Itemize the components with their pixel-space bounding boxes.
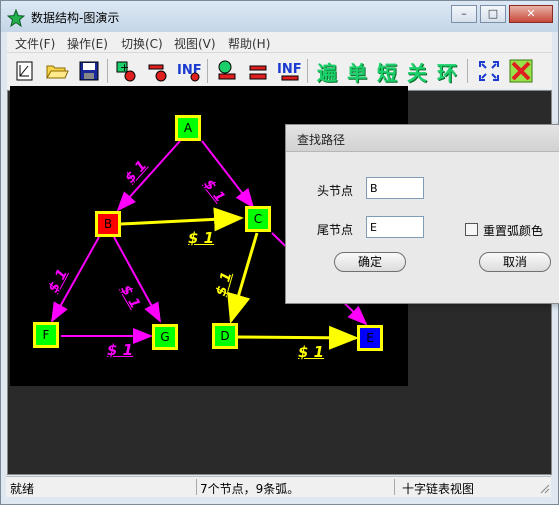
graph-node-a[interactable]: A <box>175 115 201 141</box>
toolbar: + INF INF 遍 单 短 关 环 <box>7 53 552 89</box>
status-separator <box>196 479 197 495</box>
tail-node-input[interactable]: E <box>366 216 424 238</box>
shortest-path-button[interactable]: 短 <box>373 57 401 85</box>
delete-node-icon <box>148 64 167 82</box>
node-label: B <box>103 217 113 231</box>
minimize-icon: – <box>461 7 467 20</box>
infinity-arc-icon: INF <box>277 62 302 81</box>
graph-node-c[interactable]: C <box>245 206 271 232</box>
open-folder-icon <box>46 65 69 79</box>
fit-view-icon <box>479 61 499 81</box>
menu-file[interactable]: 文件(F) <box>15 35 55 52</box>
infinity-arc-button[interactable]: INF <box>275 57 303 85</box>
window-title: 数据结构-图演示 <box>31 11 120 25</box>
head-node-input[interactable]: B <box>366 177 424 199</box>
dialog-title: 查找路径 <box>297 133 346 147</box>
svg-text:INF: INF <box>277 62 302 77</box>
infinity-node-icon: INF <box>177 63 202 82</box>
dialog-title-bar[interactable]: 查找路径 <box>286 125 559 152</box>
minimize-button[interactable]: – <box>451 5 477 23</box>
graph-node-g[interactable]: G <box>152 324 178 350</box>
node-label: E <box>366 331 374 345</box>
close-button[interactable]: ✕ <box>509 5 553 23</box>
single-source-label: 单 <box>347 60 367 85</box>
traverse-button[interactable]: 遍 <box>313 57 341 85</box>
edge-label-d-e: $ 1 <box>298 343 325 361</box>
shortest-path-label: 短 <box>377 60 397 85</box>
node-label: C <box>253 212 263 226</box>
critical-path-label: 关 <box>407 60 427 85</box>
cycle-label: 环 <box>437 60 457 85</box>
toolbar-separator <box>307 59 308 83</box>
head-node-label: 头节点 <box>317 184 354 198</box>
reset-arc-color-label: 重置弧颜色 <box>483 224 544 238</box>
critical-path-button[interactable]: 关 <box>403 57 431 85</box>
edge-label-f-g: $ 1 <box>107 341 134 359</box>
add-node-icon: + <box>116 61 136 82</box>
resize-grip-icon[interactable] <box>538 482 550 494</box>
menu-view[interactable]: 视图(V) <box>174 35 216 52</box>
edge-c-d <box>227 232 259 324</box>
add-arc-icon <box>218 60 236 80</box>
menu-help[interactable]: 帮助(H) <box>228 35 270 52</box>
maximize-button[interactable]: □ <box>480 5 506 23</box>
graph-node-e[interactable]: E <box>357 325 383 351</box>
status-separator <box>394 479 395 495</box>
open-button[interactable] <box>43 57 71 85</box>
edge-d-e <box>236 325 359 350</box>
single-source-button[interactable]: 单 <box>343 57 371 85</box>
traverse-label: 遍 <box>317 60 337 85</box>
new-file-button[interactable] <box>11 57 39 85</box>
fit-view-button[interactable] <box>475 57 503 85</box>
delete-arc-button[interactable] <box>244 57 272 85</box>
status-ready: 就绪 <box>10 482 35 496</box>
cancel-button[interactable]: 取消 <box>479 252 551 272</box>
add-node-button[interactable]: + <box>113 57 141 85</box>
status-graph-info: 7个节点，9条弧。 <box>200 482 300 496</box>
status-bar: 就绪 7个节点，9条弧。 十字链表视图 <box>6 476 551 497</box>
close-icon: ✕ <box>526 7 536 20</box>
find-path-dialog: 查找路径 头节点 B 尾节点 E 重置弧颜色 确定 取消 <box>285 124 559 304</box>
edge-b-g <box>113 236 161 323</box>
graph-node-b[interactable]: B <box>95 211 121 237</box>
toolbar-separator <box>207 59 208 83</box>
node-label: D <box>220 329 230 343</box>
maximize-icon: □ <box>487 7 499 20</box>
title-bar: 数据结构-图演示 – □ ✕ <box>1 1 558 32</box>
edge-b-c <box>120 207 244 232</box>
graph-node-f[interactable]: F <box>33 322 59 348</box>
toolbar-separator <box>467 59 468 83</box>
add-arc-button[interactable] <box>213 57 241 85</box>
infinity-node-button[interactable]: INF <box>175 57 203 85</box>
menu-edit[interactable]: 操作(E) <box>67 35 108 52</box>
save-icon <box>79 61 99 81</box>
node-label: A <box>183 121 193 135</box>
new-file-icon <box>16 61 33 81</box>
status-view-mode: 十字链表视图 <box>402 482 475 496</box>
node-label: F <box>42 328 50 342</box>
save-button[interactable] <box>75 57 103 85</box>
cycle-button[interactable]: 环 <box>433 57 461 85</box>
ok-button[interactable]: 确定 <box>334 252 406 272</box>
menu-switch[interactable]: 切换(C) <box>121 35 163 52</box>
delete-node-button[interactable] <box>144 57 172 85</box>
app-star-icon <box>7 9 25 27</box>
tail-node-label: 尾节点 <box>317 223 354 237</box>
node-label: G <box>160 330 170 344</box>
menu-bar: 文件(F) 操作(E) 切换(C) 视图(V) 帮助(H) <box>7 32 552 53</box>
close-red-icon <box>509 59 533 83</box>
clear-button[interactable] <box>507 57 535 85</box>
reset-arc-color-checkbox[interactable] <box>465 223 478 236</box>
graph-node-d[interactable]: D <box>212 323 238 349</box>
toolbar-separator <box>107 59 108 83</box>
delete-arc-icon <box>249 65 267 80</box>
edge-label-b-c: $ 1 <box>188 229 215 247</box>
